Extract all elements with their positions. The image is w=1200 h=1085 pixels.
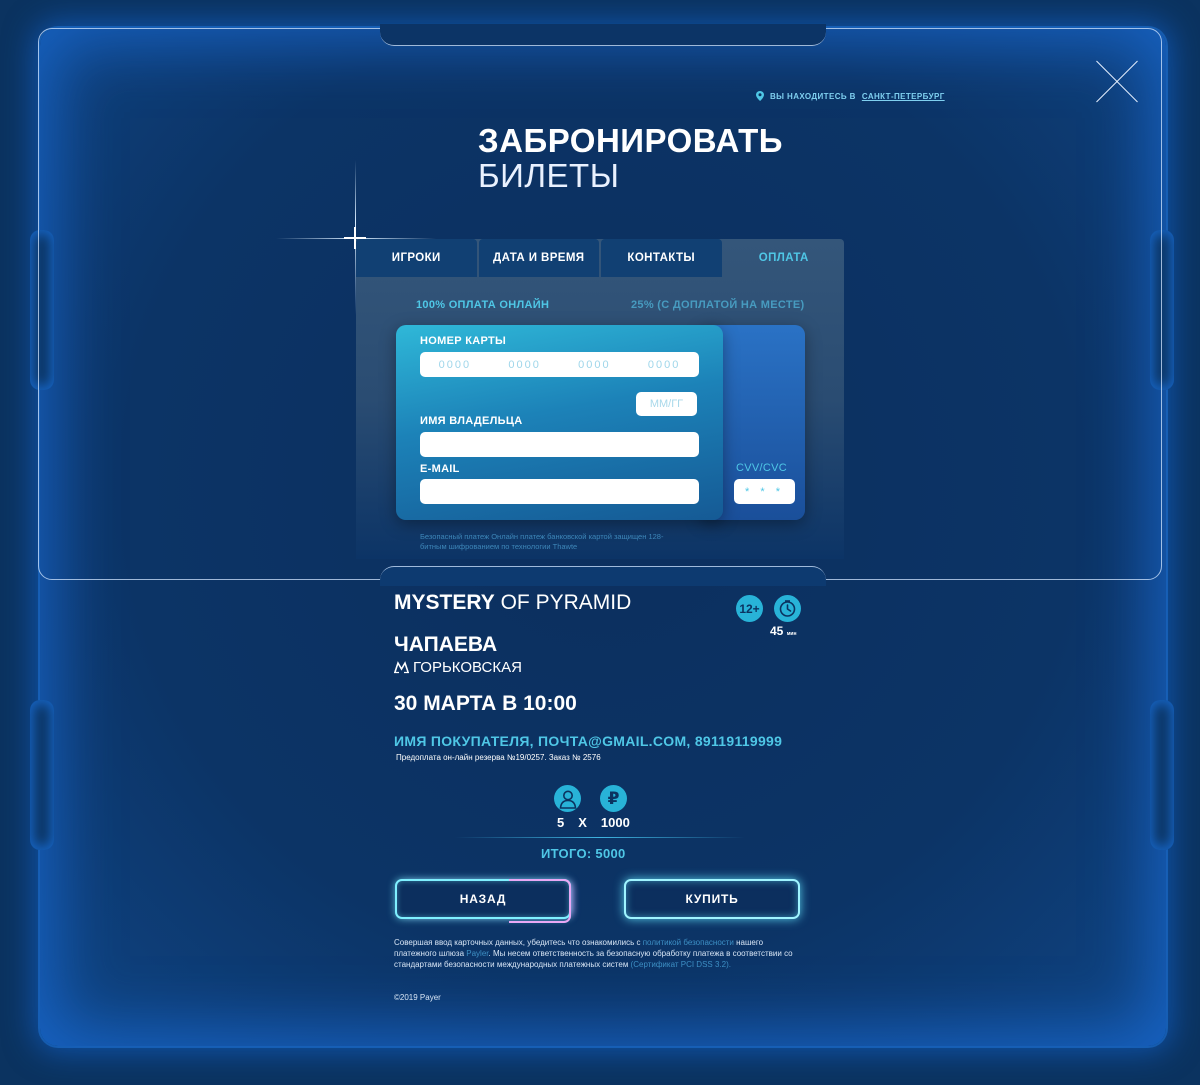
age-rating-badge: 12+ <box>736 595 763 622</box>
booking-tabs: ИГРОКИ ДАТА И ВРЕМЯ КОНТАКТЫ ОПЛАТА <box>356 239 844 277</box>
metro-station: ГОРЬКОВСКАЯ <box>394 659 522 676</box>
tab-contacts[interactable]: КОНТАКТЫ <box>601 239 722 277</box>
buy-button[interactable]: КУПИТЬ <box>624 879 800 919</box>
duration-value: 45 <box>770 624 784 638</box>
card-number-group: 0000 <box>647 358 681 371</box>
total-amount: ИТОГО: 5000 <box>541 846 626 861</box>
email-label: E-MAIL <box>420 463 460 475</box>
game-title-rest: OF PYRAMID <box>494 591 632 614</box>
location-city-link[interactable]: САНКТ-ПЕТЕРБУРГ <box>862 92 945 101</box>
outline-bottom-notch <box>380 566 826 586</box>
cvv-label: CVV/CVC <box>736 462 787 474</box>
ruble-icon: ₽ <box>600 785 627 812</box>
payler-link[interactable]: Payler <box>466 949 488 958</box>
back-button[interactable]: НАЗАД <box>395 879 571 923</box>
security-policy-link[interactable]: политикой безопасности <box>643 938 734 947</box>
pci-certificate-link[interactable]: (Сертификат PCI DSS 3.2). <box>631 960 731 969</box>
duration-unit: мин <box>786 631 797 637</box>
players-count: 5 <box>557 815 565 830</box>
multiply-sign: X <box>578 815 587 830</box>
holder-name-label: ИМЯ ВЛАДЕЛЬЦА <box>420 415 523 427</box>
duration: 45 мин <box>770 624 797 638</box>
payment-option-full[interactable]: 100% ОПЛАТА ОНЛАЙН <box>416 299 549 311</box>
game-title-bold: MYSTERY <box>394 591 495 614</box>
metro-icon <box>394 661 409 674</box>
page-subtitle: БИЛЕТЫ <box>478 157 620 194</box>
frame-notch <box>30 700 54 850</box>
payment-option-partial[interactable]: 25% (С ДОПЛАТОЙ НА МЕСТЕ) <box>631 299 804 311</box>
card-number-group: 0000 <box>438 358 472 371</box>
email-input[interactable] <box>420 479 699 504</box>
card-number-input[interactable]: 0000 0000 0000 0000 <box>420 352 699 377</box>
address-street: ЧАПАЕВА <box>394 633 498 656</box>
tab-payment[interactable]: ОПЛАТА <box>724 239 845 277</box>
location-pin-icon <box>756 91 764 101</box>
holder-name-input[interactable] <box>420 432 699 457</box>
timer-icon <box>774 595 801 622</box>
cvv-input[interactable]: * * * <box>734 479 795 504</box>
page-title: ЗАБРОНИРОВАТЬ <box>478 122 784 159</box>
card-number-group: 0000 <box>578 358 611 371</box>
order-info: Предоплата он-лайн резерва №19/0257. Зак… <box>396 753 601 762</box>
buyer-info: ИМЯ ПОКУПАТЕЛЯ, ПОЧТА@GMAIL.COM, 8911911… <box>394 733 783 749</box>
metro-name: ГОРЬКОВСКАЯ <box>413 659 522 676</box>
divider <box>455 837 745 838</box>
legal-text: Совершая ввод карточных данных, убедитес… <box>394 938 643 947</box>
outline-top-notch <box>380 24 826 46</box>
booking-datetime: 30 МАРТА В 10:00 <box>394 692 577 715</box>
tab-date-time[interactable]: ДАТА И ВРЕМЯ <box>478 239 599 277</box>
close-icon[interactable] <box>1094 60 1138 104</box>
frame-notch <box>1150 700 1174 850</box>
copyright: ©2019 Payer <box>394 993 441 1002</box>
unit-price: 1000 <box>600 815 630 830</box>
location-indicator: ВЫ НАХОДИТЕСЬ В САНКТ-ПЕТЕРБУРГ <box>756 91 945 101</box>
card-number-group: 0000 <box>508 358 541 371</box>
expiry-input[interactable]: ММ/ГГ <box>636 392 697 416</box>
location-prefix: ВЫ НАХОДИТЕСЬ В <box>770 91 856 101</box>
person-icon <box>554 785 581 812</box>
secure-payment-note: Безопасный платеж Онлайн платеж банковск… <box>420 532 664 551</box>
game-title: MYSTERY OF PYRAMID <box>394 591 631 615</box>
tab-players[interactable]: ИГРОКИ <box>356 239 477 277</box>
card-number-label: НОМЕР КАРТЫ <box>420 335 507 347</box>
legal-notice: Совершая ввод карточных данных, убедитес… <box>394 937 804 970</box>
quantity-line: 5 X 1000 <box>557 815 630 830</box>
